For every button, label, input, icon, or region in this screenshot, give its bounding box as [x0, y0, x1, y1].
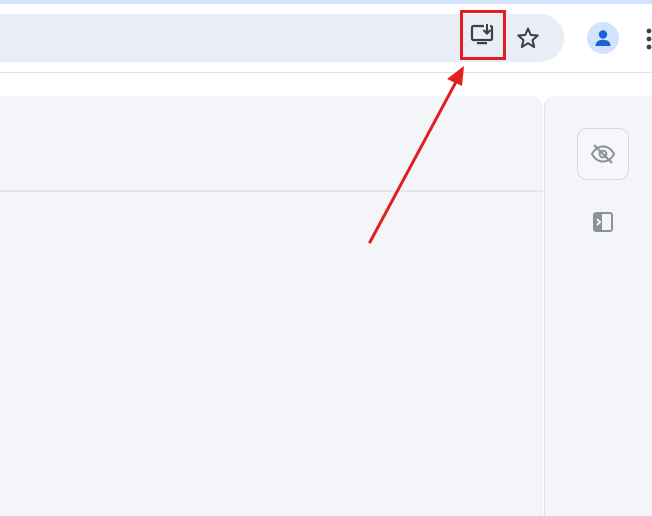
- install-app-button[interactable]: [460, 10, 506, 60]
- browser-menu-button[interactable]: [642, 24, 652, 54]
- person-icon: [595, 30, 611, 46]
- toolbar-divider: [0, 72, 652, 73]
- install-app-icon: [470, 24, 494, 45]
- browser-window: [0, 0, 652, 516]
- profile-avatar-button[interactable]: [587, 22, 619, 54]
- open-side-panel-button[interactable]: [589, 208, 617, 236]
- side-panel: [544, 96, 652, 516]
- side-panel-icon: [593, 212, 613, 232]
- eye-off-icon: [590, 144, 616, 164]
- star-icon: [517, 27, 539, 48]
- hide-button[interactable]: [577, 128, 629, 180]
- bookmark-star-button[interactable]: [512, 22, 544, 54]
- browser-toolbar: [0, 4, 652, 70]
- more-vert-icon: [646, 28, 652, 50]
- page-content: [0, 96, 543, 516]
- content-divider: [0, 190, 543, 192]
